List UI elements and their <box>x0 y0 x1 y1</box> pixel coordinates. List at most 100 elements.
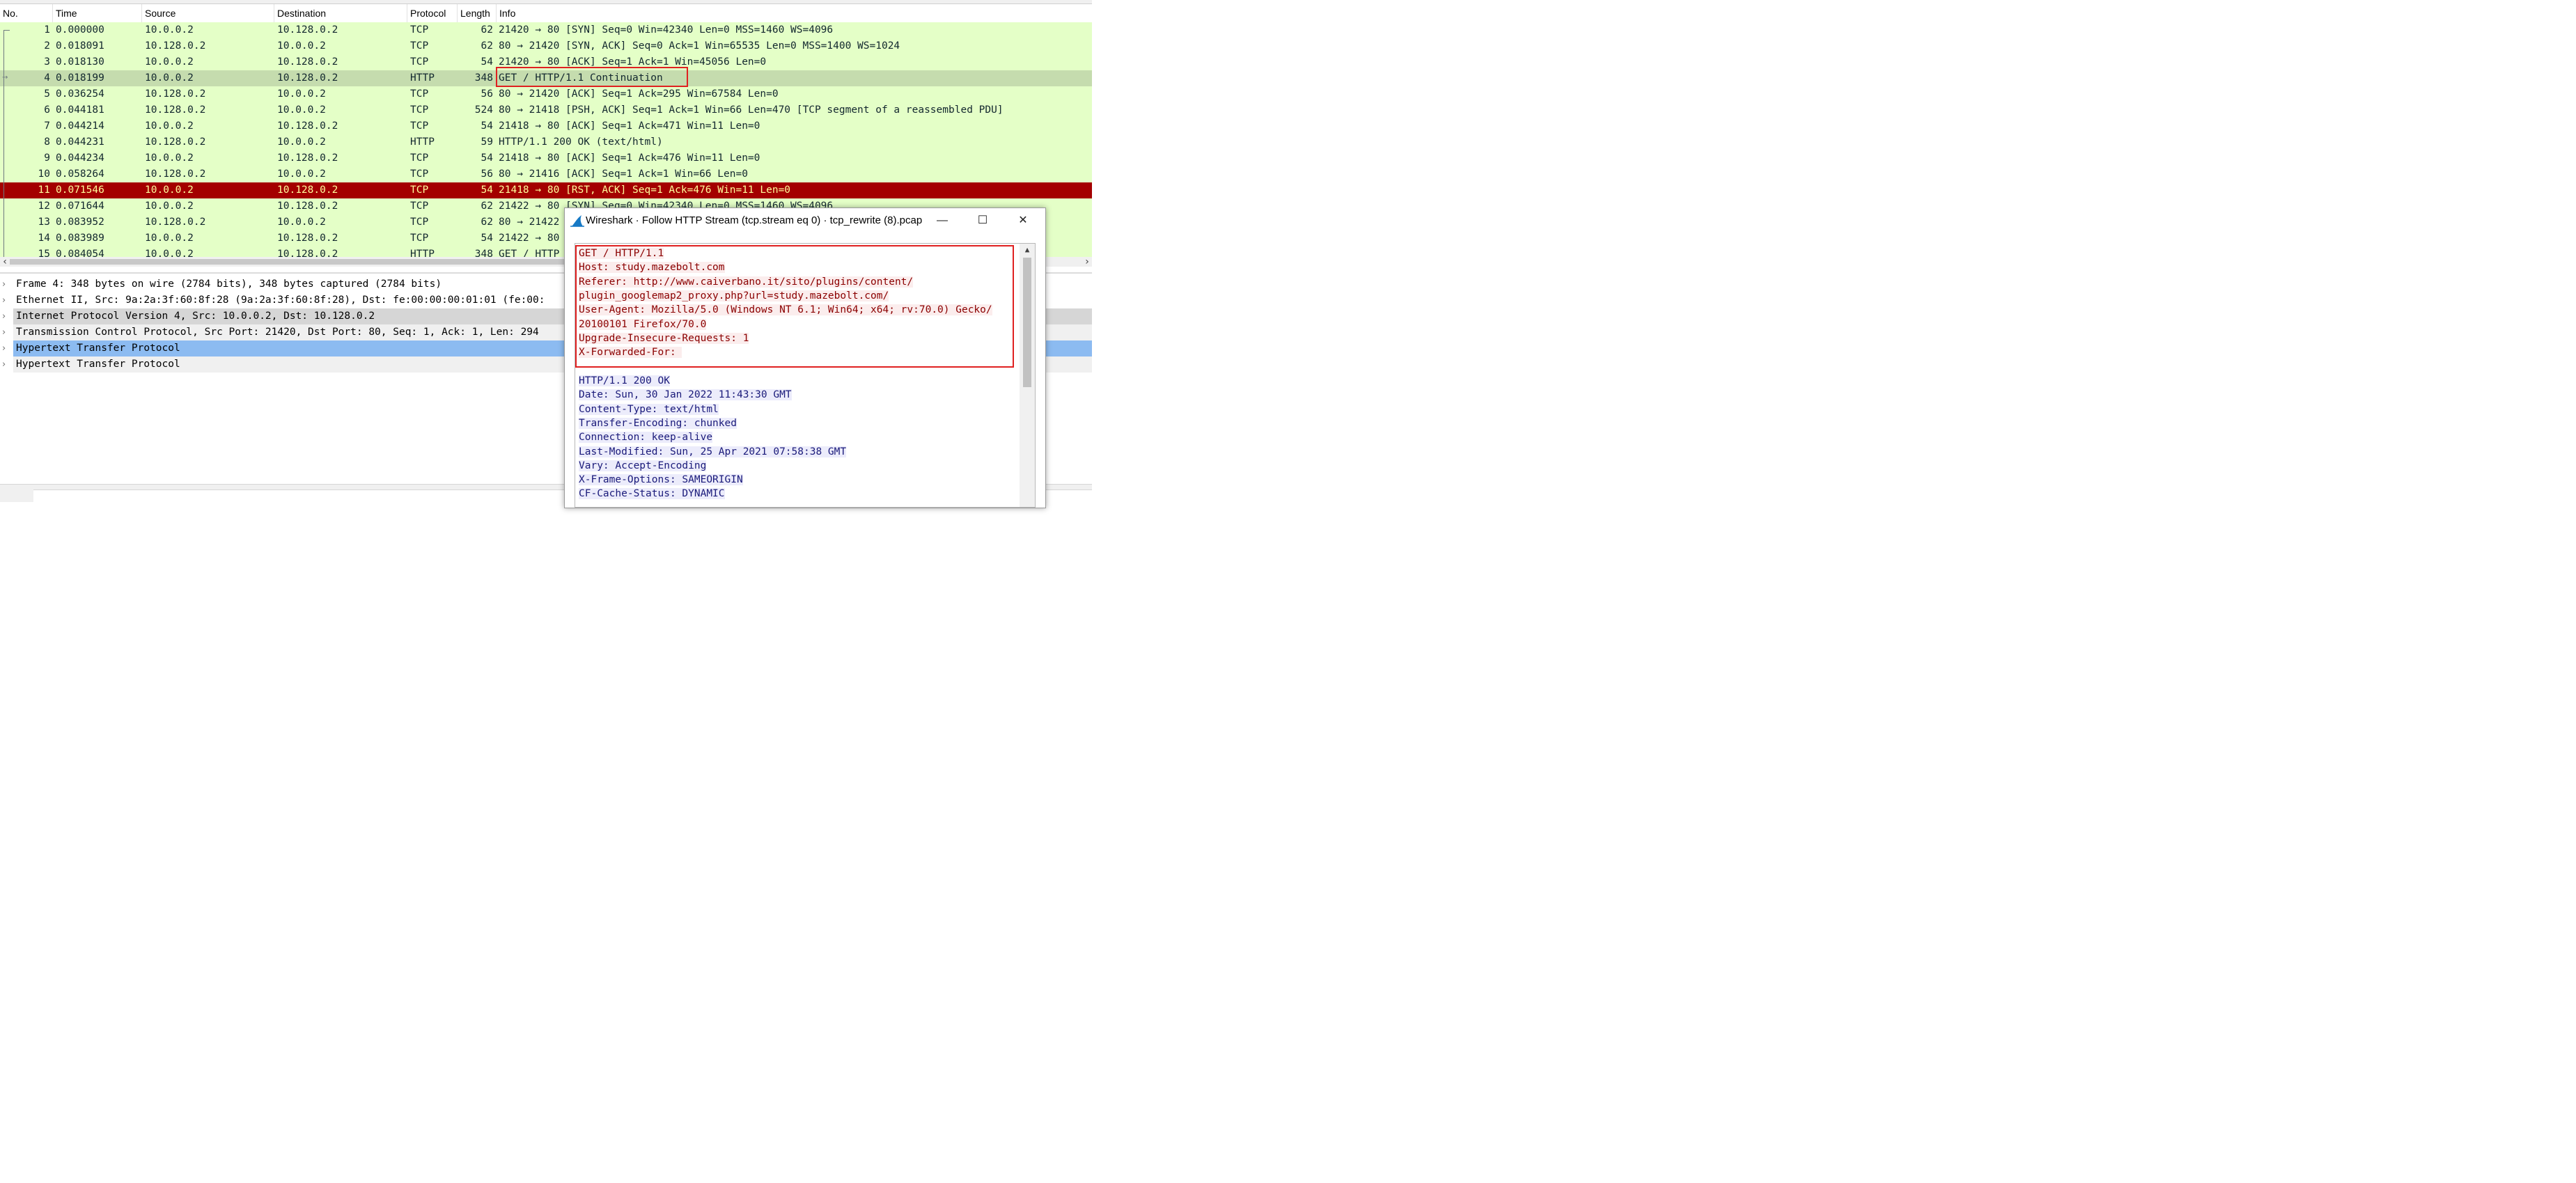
packet-cell-time: 0.044214 <box>56 120 104 132</box>
column-header-protocol[interactable]: Protocol <box>407 4 458 22</box>
info-annotation-box <box>496 67 688 87</box>
column-header-time[interactable]: Time <box>53 4 142 22</box>
packet-cell-time: 0.084054 <box>56 249 104 257</box>
packet-cell-proto: TCP <box>410 24 429 36</box>
request-line: Referer: http://www.caiverbano.it/sito/p… <box>579 275 914 289</box>
dialog-titlebar[interactable]: Wireshark · Follow HTTP Stream (tcp.stre… <box>565 208 1045 233</box>
packet-cell-proto: TCP <box>410 88 429 100</box>
scroll-left-icon[interactable]: ‹ <box>0 257 10 267</box>
packet-cell-time: 0.000000 <box>56 24 104 36</box>
packet-cell-no: 15 <box>38 249 50 257</box>
conversation-bracket <box>3 30 4 257</box>
column-header-destination[interactable]: Destination <box>274 4 407 22</box>
packet-cell-proto: TCP <box>410 56 429 68</box>
packet-row[interactable]: 2 0.018091 10.128.0.2 10.0.0.2 TCP 62 80 → 214… <box>0 38 1092 54</box>
packet-cell-src: 10.0.0.2 <box>145 233 194 244</box>
packet-cell-len: 56 <box>481 169 493 180</box>
column-header-source[interactable]: Source <box>142 4 274 22</box>
request-line-text: Host: study.mazebolt.com <box>579 262 725 274</box>
request-line: 20100101 Firefox/70.0 <box>579 318 707 331</box>
stream-vscrollbar[interactable]: ▲ <box>1020 244 1035 507</box>
packet-cell-no: 9 <box>44 152 50 164</box>
packet-cell-no: 12 <box>38 201 50 212</box>
packet-cell-len: 62 <box>481 40 493 52</box>
chevron-right-icon[interactable]: › <box>2 308 6 324</box>
packet-cell-time: 0.071644 <box>56 201 104 212</box>
packet-cell-src: 10.0.0.2 <box>145 185 194 196</box>
chevron-right-icon[interactable]: › <box>2 292 6 308</box>
response-line-text: Vary: Accept-Encoding <box>579 460 707 471</box>
packet-cell-info: 21420 → 80 [SYN] Seq=0 Win=42340 Len=0 M… <box>499 24 834 36</box>
packet-row[interactable]: 8 0.044231 10.128.0.2 10.0.0.2 HTTP 59 HTTP/1.… <box>0 134 1092 150</box>
column-header-length[interactable]: Length <box>458 4 497 22</box>
packet-cell-no: 14 <box>38 233 50 244</box>
packet-cell-dst: 10.0.0.2 <box>277 169 326 180</box>
packet-cell-dst: 10.0.0.2 <box>277 136 326 148</box>
packet-cell-src: 10.0.0.2 <box>145 72 194 84</box>
packet-cell-len: 62 <box>481 24 493 36</box>
packet-cell-no: 3 <box>44 56 50 68</box>
response-line: Transfer-Encoding: chunked <box>579 416 737 430</box>
response-line: Date: Sun, 30 Jan 2022 11:43:30 GMT <box>579 388 792 402</box>
scroll-thumb[interactable] <box>1023 258 1031 387</box>
packet-row[interactable]: 7 0.044214 10.0.0.2 10.128.0.2 TCP 54 21418 → … <box>0 118 1092 134</box>
column-header-info[interactable]: Info <box>497 4 1092 22</box>
chevron-right-icon[interactable]: › <box>2 340 6 357</box>
packet-cell-src: 10.128.0.2 <box>145 40 206 52</box>
request-line-text: Upgrade-Insecure-Requests: 1 <box>579 332 749 344</box>
packet-cell-src: 10.0.0.2 <box>145 24 194 36</box>
packet-cell-dst: 10.128.0.2 <box>277 24 338 36</box>
response-line: CF-Cache-Status: DYNAMIC <box>579 487 725 501</box>
chevron-right-icon[interactable]: › <box>2 357 6 373</box>
chevron-right-icon[interactable]: › <box>2 324 6 340</box>
close-button[interactable]: ✕ <box>1008 208 1038 233</box>
request-line: plugin_googlemap2_proxy.php?url=study.ma… <box>579 289 889 303</box>
packet-cell-proto: HTTP <box>410 72 435 84</box>
packet-cell-len: 56 <box>481 88 493 100</box>
packet-cell-len: 54 <box>481 152 493 164</box>
packet-cell-proto: TCP <box>410 233 429 244</box>
packet-cell-len: 348 <box>474 249 493 257</box>
packet-cell-no: 5 <box>44 88 50 100</box>
scroll-up-icon[interactable]: ▲ <box>1020 244 1035 256</box>
scroll-right-icon[interactable]: › <box>1082 257 1092 267</box>
packet-cell-dst: 10.0.0.2 <box>277 88 326 100</box>
packet-cell-no: 7 <box>44 120 50 132</box>
request-line-text: GET / HTTP/1.1 <box>579 248 664 259</box>
stream-content[interactable]: ▲ GET / HTTP/1.1 Host: study.mazebolt.com… <box>575 243 1036 508</box>
request-line: GET / HTTP/1.1 <box>579 246 664 260</box>
packet-row[interactable]: 5 0.036254 10.128.0.2 10.0.0.2 TCP 56 80 → 214… <box>0 86 1092 102</box>
column-header-no[interactable]: No. <box>0 4 53 22</box>
packet-cell-len: 62 <box>481 217 493 228</box>
packet-cell-info: 21418 → 80 [ACK] Seq=1 Ack=471 Win=11 Le… <box>499 120 760 132</box>
response-line-text: Date: Sun, 30 Jan 2022 11:43:30 GMT <box>579 389 792 401</box>
packet-cell-dst: 10.128.0.2 <box>277 120 338 132</box>
packet-cell-src: 10.0.0.2 <box>145 201 194 212</box>
packet-row[interactable]: 11 0.071546 10.0.0.2 10.128.0.2 TCP 54 21418 →… <box>0 182 1092 198</box>
packet-cell-no: 11 <box>38 185 50 196</box>
packet-cell-len: 524 <box>474 104 493 116</box>
maximize-button[interactable]: ☐ <box>967 208 998 233</box>
packet-cell-info: 21418 → 80 [RST, ACK] Seq=1 Ack=476 Win=… <box>499 185 791 196</box>
packet-row[interactable]: 6 0.044181 10.128.0.2 10.0.0.2 TCP 524 80 → 21… <box>0 102 1092 118</box>
follow-http-stream-dialog[interactable]: Wireshark · Follow HTTP Stream (tcp.stre… <box>564 207 1046 508</box>
scroll-thumb[interactable] <box>10 259 564 265</box>
packet-cell-src: 10.128.0.2 <box>145 136 206 148</box>
packet-cell-time: 0.083952 <box>56 217 104 228</box>
packet-cell-src: 10.128.0.2 <box>145 88 206 100</box>
packet-cell-time: 0.036254 <box>56 88 104 100</box>
chevron-right-icon[interactable]: › <box>2 276 6 292</box>
packet-cell-proto: TCP <box>410 169 429 180</box>
response-line-text: Last-Modified: Sun, 25 Apr 2021 07:58:38… <box>579 446 847 457</box>
packet-row[interactable]: 1 0.000000 10.0.0.2 10.128.0.2 TCP 62 21420 → … <box>0 22 1092 38</box>
packet-cell-proto: HTTP <box>410 136 435 148</box>
response-line-text: Content-Type: text/html <box>579 403 719 415</box>
packet-row[interactable]: 10 0.058264 10.128.0.2 10.0.0.2 TCP 56 80 → 21… <box>0 166 1092 182</box>
response-line: Last-Modified: Sun, 25 Apr 2021 07:58:38… <box>579 445 847 459</box>
packet-row[interactable]: 9 0.044234 10.0.0.2 10.128.0.2 TCP 54 21418 → … <box>0 150 1092 166</box>
response-line-text: Transfer-Encoding: chunked <box>579 417 737 429</box>
minimize-button[interactable]: — <box>927 208 958 233</box>
packet-cell-no: 13 <box>38 217 50 228</box>
conversation-bracket-start <box>3 30 10 31</box>
request-line: Upgrade-Insecure-Requests: 1 <box>579 331 749 345</box>
